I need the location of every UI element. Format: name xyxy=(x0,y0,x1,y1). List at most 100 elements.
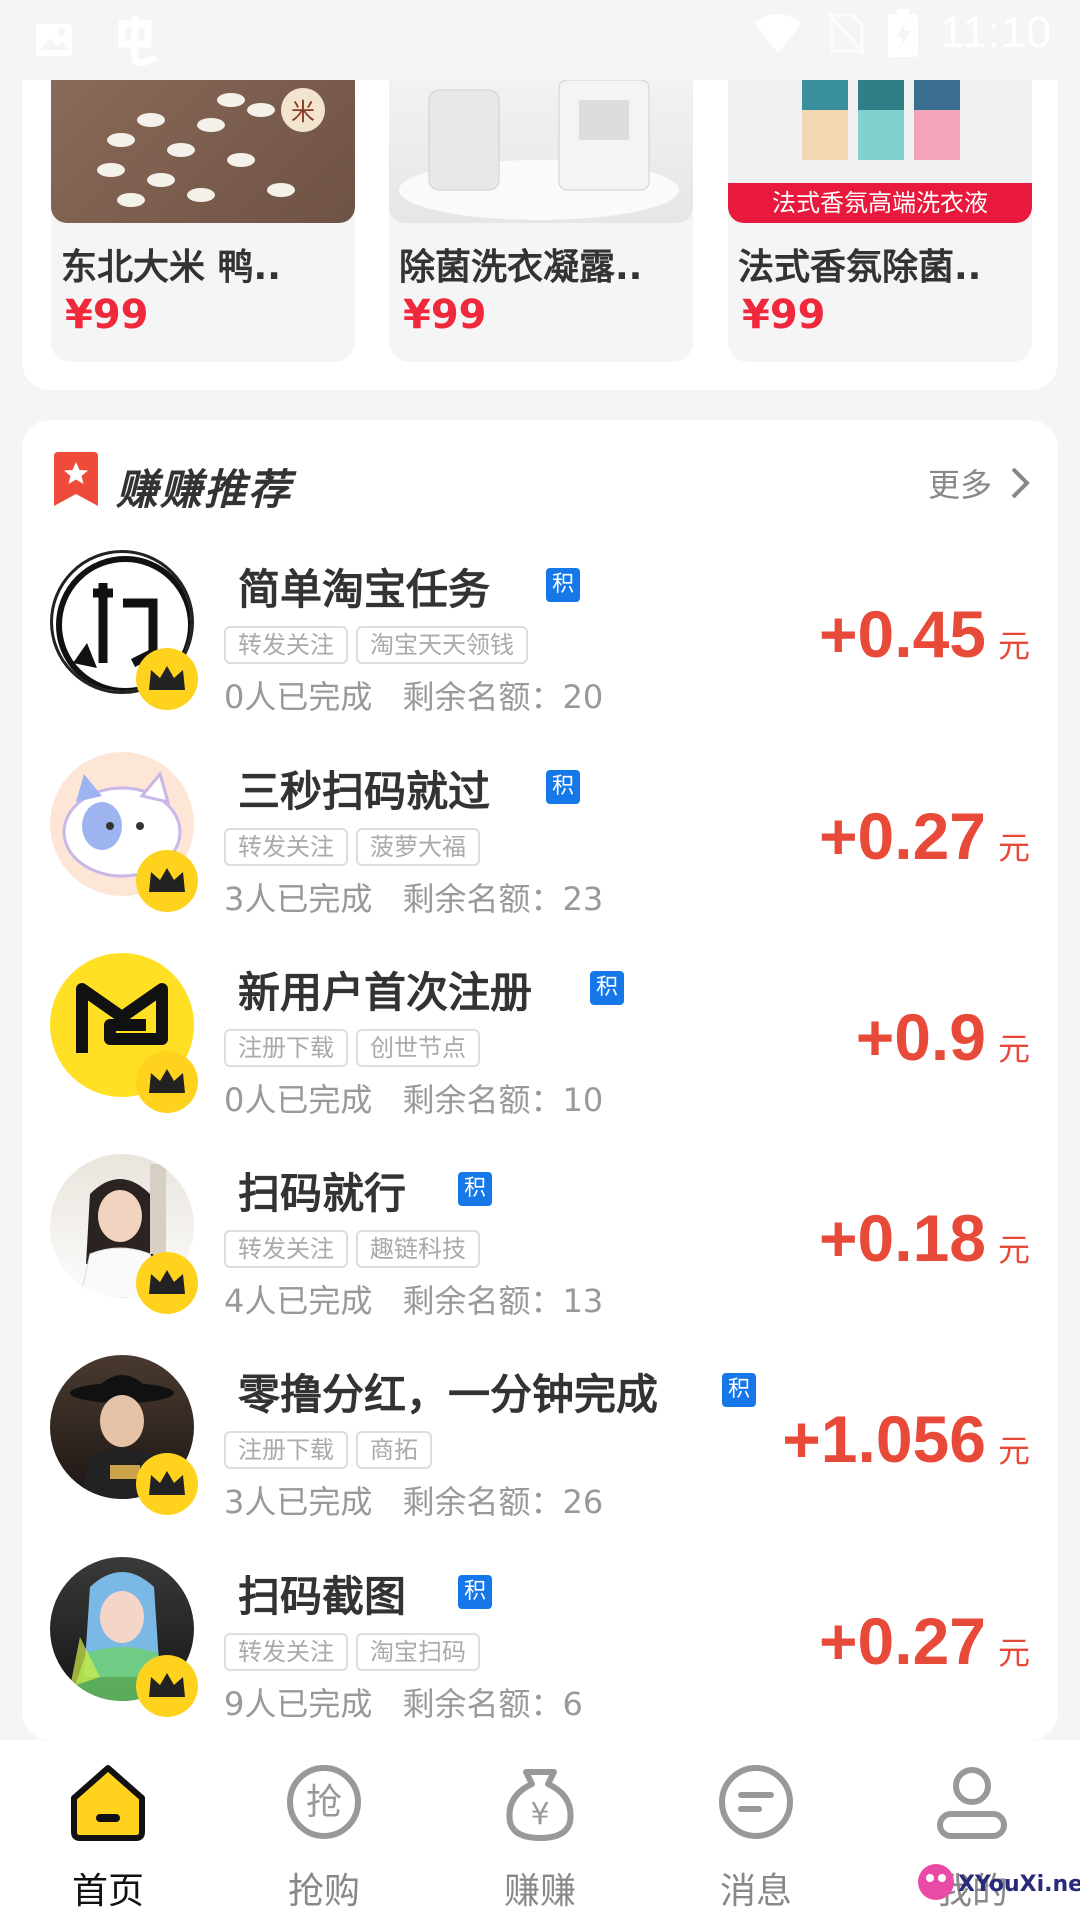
gallery-icon xyxy=(36,24,72,56)
task-tags: 转发关注 淘宝扫码 xyxy=(224,1633,480,1671)
reward-unit: 元 xyxy=(997,829,1030,867)
battery-icon xyxy=(888,9,919,57)
nav-item-earn[interactable]: ¥ 赚赚 xyxy=(460,1762,620,1912)
product-image xyxy=(389,80,693,223)
completed-count: 3人已完成 xyxy=(224,880,373,918)
points-badge: 积 xyxy=(458,1172,492,1206)
task-tags: 注册下载 创世节点 xyxy=(224,1029,480,1067)
products-section: 米 东北大米 鸭.. ¥99 除菌洗衣凝露.. ¥99 法式香氛高端洗衣液 法式… xyxy=(22,80,1058,390)
reward-unit: 元 xyxy=(997,1432,1030,1470)
task-tag: 淘宝扫码 xyxy=(356,1633,480,1671)
task-meta: 3人已完成 剩余名额：26 xyxy=(224,1477,603,1523)
task-tag: 转发关注 xyxy=(224,1230,348,1268)
task-tag: 转发关注 xyxy=(224,626,348,664)
task-meta: 3人已完成 剩余名额：23 xyxy=(224,874,603,920)
points-badge: 积 xyxy=(546,568,580,602)
completed-count: 0人已完成 xyxy=(224,1081,373,1119)
nav-label: 首页 xyxy=(71,1871,144,1912)
reward-unit: 元 xyxy=(997,1030,1030,1068)
task-title: 新用户首次注册 xyxy=(238,968,533,1017)
product-title: 法式香氛除菌.. xyxy=(738,247,982,288)
product-title: 东北大米 鸭.. xyxy=(61,247,281,288)
product-price: ¥99 xyxy=(742,292,826,338)
task-tags: 注册下载 商拓 xyxy=(224,1431,432,1469)
task-item[interactable]: 扫码就行 积 转发关注 趣链科技 4人已完成 剩余名额：13 +0.18 元 xyxy=(22,1134,1058,1334)
task-title: 扫码截图 xyxy=(238,1572,407,1621)
status-time: 11:10 xyxy=(940,8,1052,57)
points-badge: 积 xyxy=(458,1575,492,1609)
nav-label: 消息 xyxy=(719,1871,792,1912)
crown-icon xyxy=(136,850,198,912)
task-item[interactable]: 零撸分红，一分钟完成 积 注册下载 商拓 3人已完成 剩余名额：26 +1.05… xyxy=(22,1335,1058,1535)
product-card[interactable]: 除菌洗衣凝露.. ¥99 xyxy=(389,80,693,362)
nav-item-home[interactable]: 首页 xyxy=(28,1762,188,1912)
points-badge: 积 xyxy=(546,770,580,804)
bookmark-star-icon xyxy=(54,452,98,506)
product-card[interactable]: 法式香氛高端洗衣液 法式香氛除菌.. ¥99 xyxy=(728,80,1032,362)
crown-icon xyxy=(136,1453,198,1515)
no-sim-icon xyxy=(827,11,866,55)
reward-amount: +0.18 xyxy=(818,1201,986,1275)
reward-amount: +0.27 xyxy=(818,799,986,873)
task-item[interactable]: 新用户首次注册 积 注册下载 创世节点 0人已完成 剩余名额：10 +0.9 元 xyxy=(22,933,1058,1133)
product-image: 法式香氛高端洗衣液 xyxy=(728,80,1032,223)
task-reward: +0.9 元 xyxy=(856,999,1030,1075)
product-price: ¥99 xyxy=(403,292,487,338)
product-title: 除菌洗衣凝露.. xyxy=(399,247,643,288)
crown-icon xyxy=(136,1252,198,1314)
task-item[interactable]: 简单淘宝任务 积 转发关注 淘宝天天领钱 0人已完成 剩余名额：20 +0.45… xyxy=(22,530,1058,730)
task-tag: 趣链科技 xyxy=(356,1230,480,1268)
section-title: 赚赚推荐 xyxy=(116,465,293,514)
remaining-quota: 剩余名额：10 xyxy=(402,1081,604,1119)
task-title: 三秒扫码就过 xyxy=(238,767,491,816)
crown-icon xyxy=(136,1051,198,1113)
task-reward: +1.056 元 xyxy=(782,1401,1030,1477)
product-card[interactable]: 米 东北大米 鸭.. ¥99 xyxy=(51,80,355,362)
nav-item-messages[interactable]: 消息 xyxy=(676,1762,836,1912)
reward-amount: +1.056 xyxy=(782,1402,986,1476)
reward-amount: +0.27 xyxy=(818,1604,986,1678)
remaining-quota: 剩余名额：23 xyxy=(402,880,604,918)
remaining-quota: 剩余名额：20 xyxy=(402,678,604,716)
task-title: 扫码就行 xyxy=(238,1169,407,1218)
product-image: 米 xyxy=(51,80,355,223)
reward-unit: 元 xyxy=(997,627,1030,665)
completed-count: 3人已完成 xyxy=(224,1483,373,1521)
task-title: 零撸分红，一分钟完成 xyxy=(238,1370,659,1419)
remaining-quota: 剩余名额：26 xyxy=(402,1483,604,1521)
completed-count: 0人已完成 xyxy=(224,678,373,716)
points-badge: 积 xyxy=(722,1373,756,1407)
task-meta: 0人已完成 剩余名额：20 xyxy=(224,672,603,718)
task-reward: +0.27 元 xyxy=(819,1603,1030,1679)
bottom-nav: 首页 抢 抢购 ¥ 赚赚 消息 我的 XYouXi.ne xyxy=(0,1740,1080,1920)
crown-icon xyxy=(136,1655,198,1717)
svg-text:¥: ¥ xyxy=(530,1797,549,1832)
crown-icon xyxy=(136,648,198,710)
recommend-header: 赚赚推荐 更多 xyxy=(50,448,1030,514)
task-item[interactable]: 扫码截图 积 转发关注 淘宝扫码 9人已完成 剩余名额：6 +0.27 元 xyxy=(22,1537,1058,1737)
task-reward: +0.45 元 xyxy=(819,596,1030,672)
more-label: 更多 xyxy=(927,466,992,504)
reward-unit: 元 xyxy=(997,1231,1030,1269)
nav-label: 抢购 xyxy=(287,1871,360,1912)
product-banner: 法式香氛高端洗衣液 xyxy=(728,183,1032,223)
nav-item-grab[interactable]: 抢 抢购 xyxy=(244,1762,404,1912)
remaining-quota: 剩余名额：13 xyxy=(402,1282,604,1320)
completed-count: 9人已完成 xyxy=(224,1685,373,1723)
task-tag: 创世节点 xyxy=(356,1029,480,1067)
task-tag: 转发关注 xyxy=(224,828,348,866)
task-item[interactable]: 三秒扫码就过 积 转发关注 菠萝大福 3人已完成 剩余名额：23 +0.27 元 xyxy=(22,732,1058,932)
task-tag: 菠萝大福 xyxy=(356,828,480,866)
task-tags: 转发关注 趣链科技 xyxy=(224,1230,480,1268)
watermark-text: XYouXi.net xyxy=(958,1872,1080,1897)
nav-label: 赚赚 xyxy=(503,1871,576,1912)
svg-text:抢: 抢 xyxy=(306,1782,342,1823)
task-tag: 淘宝天天领钱 xyxy=(356,626,528,664)
more-link[interactable]: 更多 xyxy=(928,460,1030,506)
task-reward: +0.18 元 xyxy=(819,1200,1030,1276)
home-icon xyxy=(71,1765,145,1841)
app-notification-icon xyxy=(118,16,158,66)
task-tag: 注册下载 xyxy=(224,1431,348,1469)
recommend-section: 赚赚推荐 更多 简单淘宝任务 积 转发关注 淘宝天天领钱 0人已完成 剩余名额：… xyxy=(22,420,1058,1740)
grab-icon: 抢 xyxy=(287,1765,361,1839)
